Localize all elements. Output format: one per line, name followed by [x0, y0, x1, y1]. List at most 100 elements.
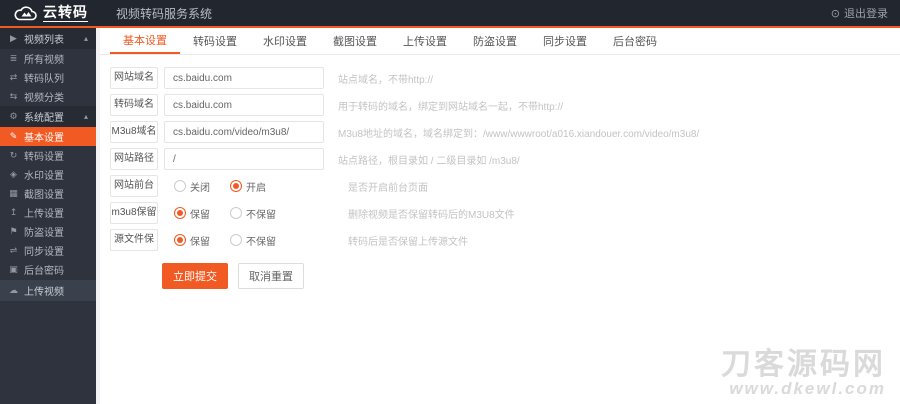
radio-button[interactable]: [174, 234, 186, 246]
tab-backend-password[interactable]: 后台密码: [600, 28, 670, 54]
radio-button[interactable]: [174, 207, 186, 219]
radio-button[interactable]: [174, 180, 186, 192]
radio-option-discard[interactable]: 不保留: [230, 206, 276, 221]
main-content: 基本设置 转码设置 水印设置 截图设置 上传设置 防盗设置 同步设置 后台密码 …: [96, 28, 900, 404]
chevron-up-icon: ▴: [83, 112, 88, 121]
tab-antitheft-settings[interactable]: 防盗设置: [460, 28, 530, 54]
tab-label: 截图设置: [333, 36, 377, 48]
tab-label: 防盗设置: [473, 36, 517, 48]
site-path-input[interactable]: [164, 148, 324, 170]
site-frontend-hint: 是否开启前台页面: [348, 182, 428, 194]
tab-basic-settings[interactable]: 基本设置: [110, 28, 180, 54]
sidebar-section-label: 视频列表: [24, 35, 64, 46]
source-keep-label: 源文件保留: [110, 229, 158, 251]
tab-label: 上传设置: [403, 36, 447, 48]
sidebar-item-transcode-settings[interactable]: ↻ 转码设置: [0, 146, 96, 165]
logout-button[interactable]: ⊙ 退出登录: [831, 5, 888, 21]
tab-watermark-settings[interactable]: 水印设置: [250, 28, 320, 54]
sidebar-item-label: 同步设置: [24, 247, 64, 258]
form-buttons: 立即提交 取消重置: [162, 263, 900, 289]
cloud-upload-icon: ☁: [9, 285, 18, 295]
app-logo: 云转码: [12, 4, 88, 22]
sidebar-item-basic-settings[interactable]: ✎ 基本设置: [0, 127, 96, 146]
tab-sync-settings[interactable]: 同步设置: [530, 28, 600, 54]
sidebar-section-system-config[interactable]: ⚙ 系统配置 ▴: [0, 106, 96, 127]
site-path-label: 网站路径: [110, 148, 158, 170]
tab-screenshot-settings[interactable]: 截图设置: [320, 28, 390, 54]
tab-upload-settings[interactable]: 上传设置: [390, 28, 460, 54]
sidebar-item-label: 水印设置: [24, 171, 64, 182]
sidebar-item-label: 基本设置: [24, 133, 64, 144]
tab-label: 基本设置: [123, 35, 167, 47]
reset-button[interactable]: 取消重置: [238, 263, 304, 289]
sidebar-item-all-videos[interactable]: ≣ 所有视频: [0, 49, 96, 68]
image-icon: ▦: [9, 188, 18, 198]
refresh-icon: ↻: [9, 150, 18, 160]
radio-label: 保留: [190, 236, 210, 248]
sidebar: ▶ 视频列表 ▴ ≣ 所有视频 ⇄ 转码队列 ⇆ 视频分类 ⚙ 系统配置 ▴ ✎…: [0, 28, 96, 404]
sidebar-item-backend-password[interactable]: ▣ 后台密码: [0, 260, 96, 279]
sidebar-item-label: 视频分类: [24, 93, 64, 104]
chevron-up-icon: ▴: [83, 34, 88, 43]
app-title: 视频转码服务系统: [116, 6, 213, 21]
basic-settings-form: 网站域名 站点域名，不带http:// 转码域名 用于转码的域名，绑定到网站域名…: [100, 55, 900, 289]
row-source-keep: 源文件保留 保留 不保留 转码后是否保留上传源文件: [110, 229, 900, 251]
cloud-logo-icon: [12, 5, 38, 22]
sidebar-item-label: 后台密码: [24, 266, 64, 277]
site-domain-input[interactable]: [164, 67, 324, 89]
app-layout: ▶ 视频列表 ▴ ≣ 所有视频 ⇄ 转码队列 ⇆ 视频分类 ⚙ 系统配置 ▴ ✎…: [0, 28, 900, 404]
category-icon: ⇆: [9, 91, 18, 101]
row-m3u8-domain: M3u8域名 M3u8地址的域名，域名绑定到：/www/wwwroot/a016…: [110, 121, 900, 143]
radio-button[interactable]: [230, 234, 242, 246]
radio-option-keep[interactable]: 保留: [174, 206, 210, 221]
radio-option-discard[interactable]: 不保留: [230, 233, 276, 248]
radio-option-keep[interactable]: 保留: [174, 233, 210, 248]
row-site-path: 网站路径 站点路径，根目录如 / 二级目录如 /m3u8/: [110, 148, 900, 170]
sidebar-item-label: 上传视频: [24, 287, 64, 298]
watermark-icon: ◈: [10, 169, 17, 179]
transcode-domain-hint: 用于转码的域名，绑定到网站域名一起，不带http://: [338, 101, 564, 113]
sidebar-item-label: 上传设置: [24, 209, 64, 220]
m3u8-domain-hint: M3u8地址的域名，域名绑定到：/www/wwwroot/a016.xiando…: [338, 128, 700, 140]
gear-icon: ⚙: [9, 111, 18, 121]
radio-button[interactable]: [230, 180, 242, 192]
upload-icon: ↥: [9, 207, 18, 217]
radio-option-off[interactable]: 关闭: [174, 179, 210, 194]
row-m3u8-keep: m3u8保留 保留 不保留 删除视频是否保留转码后的M3U8文件: [110, 202, 900, 224]
lock-icon: ▣: [9, 264, 18, 274]
source-keep-radio-group: 保留 不保留: [164, 233, 334, 248]
m3u8-keep-hint: 删除视频是否保留转码后的M3U8文件: [348, 209, 515, 221]
submit-button[interactable]: 立即提交: [162, 263, 228, 289]
sidebar-item-label: 所有视频: [24, 55, 64, 66]
sidebar-item-transcode-queue[interactable]: ⇄ 转码队列: [0, 68, 96, 87]
site-path-hint: 站点路径，根目录如 / 二级目录如 /m3u8/: [338, 155, 520, 167]
sidebar-item-upload-video[interactable]: ☁ 上传视频: [0, 280, 96, 301]
m3u8-domain-label: M3u8域名: [110, 121, 158, 143]
radio-label: 不保留: [246, 236, 276, 248]
power-icon: ⊙: [830, 7, 840, 20]
sidebar-item-label: 截图设置: [24, 190, 64, 201]
source-keep-hint: 转码后是否保留上传源文件: [348, 236, 468, 248]
m3u8-domain-input[interactable]: [164, 121, 324, 143]
sidebar-item-sync-settings[interactable]: ⇌ 同步设置: [0, 241, 96, 260]
list-icon: ≣: [9, 53, 18, 63]
sidebar-item-label: 转码队列: [24, 74, 64, 85]
site-domain-hint: 站点域名，不带http://: [338, 74, 434, 86]
sidebar-item-watermark-settings[interactable]: ◈ 水印设置: [0, 165, 96, 184]
sidebar-section-video-list[interactable]: ▶ 视频列表 ▴: [0, 28, 96, 49]
transcode-domain-input[interactable]: [164, 94, 324, 116]
radio-label: 保留: [190, 209, 210, 221]
sidebar-item-screenshot-settings[interactable]: ▦ 截图设置: [0, 184, 96, 203]
sidebar-item-antitheft-settings[interactable]: ⚑ 防盗设置: [0, 222, 96, 241]
tab-transcode-settings[interactable]: 转码设置: [180, 28, 250, 54]
radio-option-on[interactable]: 开启: [230, 179, 266, 194]
row-site-domain: 网站域名 站点域名，不带http://: [110, 67, 900, 89]
sidebar-item-video-categories[interactable]: ⇆ 视频分类: [0, 87, 96, 106]
radio-button[interactable]: [230, 207, 242, 219]
sidebar-section-label: 系统配置: [24, 113, 64, 124]
watermark-text: 刀客源码网: [721, 346, 886, 382]
row-site-frontend: 网站前台 关闭 开启 是否开启前台页面: [110, 175, 900, 197]
sidebar-item-upload-settings[interactable]: ↥ 上传设置: [0, 203, 96, 222]
sidebar-item-label: 转码设置: [24, 152, 64, 163]
tab-label: 水印设置: [263, 36, 307, 48]
